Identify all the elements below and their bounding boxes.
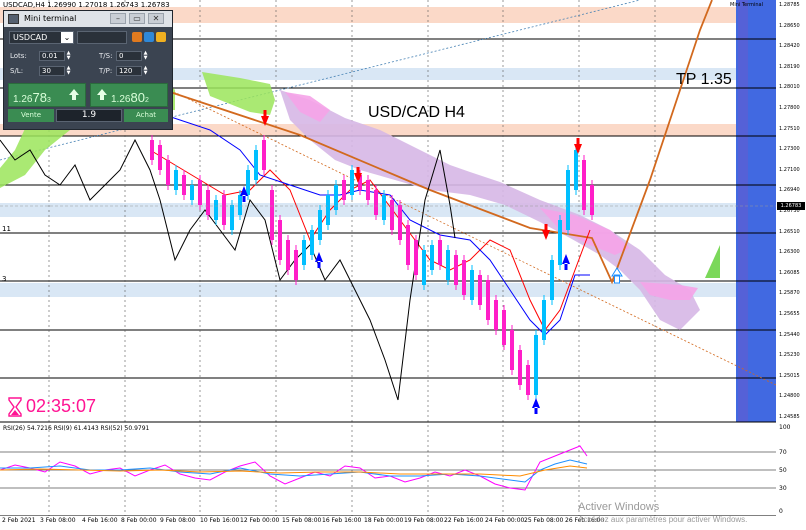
minimize-button[interactable]: –	[110, 13, 126, 24]
activate-windows-title: Activer Windows	[578, 501, 660, 513]
price-axis-label: 1.28190	[779, 63, 800, 70]
price-axis-label: 1.24800	[779, 393, 800, 400]
price-axis-label: 1.25870	[779, 290, 800, 297]
price-axis-label: 1.28420	[779, 43, 800, 50]
mini-terminal-titlebar[interactable]: Mini terminal – ▭ ✕	[4, 11, 172, 27]
buy-signal-arrow	[532, 398, 540, 414]
symbol-value: USDCAD	[13, 33, 48, 42]
mini-terminal-title: Mini terminal	[24, 14, 77, 23]
current-price-label: 1.26783	[777, 202, 805, 210]
activate-windows-subtitle: Accédez aux paramètres pour activer Wind…	[578, 515, 748, 524]
lots-input[interactable]: 0.01	[39, 51, 65, 61]
side-label-11: 11	[2, 225, 11, 233]
timer-text: 02:35:07	[26, 396, 97, 416]
sell-price: 1.26783	[13, 90, 51, 105]
mini-terminal[interactable]: Mini terminal – ▭ ✕ USDCAD ⌄ Lots: 0.01 …	[3, 10, 173, 130]
side-label-3: 3	[2, 275, 7, 283]
buy-button[interactable]: Achat	[124, 109, 168, 122]
price-axis-label: 1.26510	[779, 228, 800, 235]
time-axis-label: 8 Feb 00:00	[121, 517, 157, 524]
time-axis-label: 3 Feb 08:00	[40, 517, 76, 524]
close-button[interactable]: ✕	[148, 13, 164, 24]
price-axis-label: 1.25230	[779, 352, 800, 359]
price-axis-label: 1.25655	[779, 311, 800, 317]
rsi-slow-line	[0, 465, 588, 477]
sell-price-button[interactable]: 1.26783	[8, 83, 86, 107]
symbol-search-box[interactable]	[77, 31, 127, 44]
time-axis-label: 12 Feb 00:00	[240, 517, 280, 524]
time-axis-label: 24 Feb 00:00	[485, 517, 525, 524]
price-axis-label: 1.27100	[779, 166, 800, 173]
tp-label: TP 1.35	[676, 71, 732, 88]
sl-input[interactable]: 30	[39, 66, 65, 76]
time-axis-label: 4 Feb 16:00	[82, 517, 118, 524]
buy-price: 1.26802	[111, 90, 149, 105]
sl-spinner[interactable]: ▲ ▼	[66, 66, 71, 76]
price-axis-label: 1.27300	[779, 146, 800, 153]
time-axis-label: 15 Feb 08:00	[282, 517, 322, 524]
chart-title: USD/CAD H4	[368, 104, 465, 121]
hourglass-icon	[8, 396, 22, 417]
rsi-axis-50: 50	[779, 467, 787, 474]
rsi-axis-100: 100	[779, 424, 791, 431]
info-icon[interactable]	[144, 32, 154, 42]
time-axis-label: 10 Feb 16:00	[200, 517, 240, 524]
time-axis-label: 19 Feb 08:00	[404, 517, 444, 524]
maximize-button[interactable]: ▭	[129, 13, 145, 24]
price-axis-label: 1.26940	[779, 187, 800, 194]
rsi-fast-line	[0, 445, 588, 491]
sell-button[interactable]: Vente	[8, 109, 54, 122]
symbol-select[interactable]: USDCAD ⌄	[9, 31, 74, 44]
settings-icon[interactable]	[132, 32, 142, 42]
ts-label: T/S:	[99, 52, 113, 60]
buy-signal-arrow	[562, 254, 570, 270]
time-axis-label: 9 Feb 08:00	[160, 517, 196, 524]
sl-label: S/L:	[10, 67, 24, 75]
chevron-down-icon[interactable]: ⌄	[61, 32, 73, 43]
chart-window[interactable]: 1.28785 1.28650 1.28420 1.28190 1.28010 1.278…	[0, 0, 806, 530]
price-axis-label: 1.26085	[779, 269, 800, 276]
tp-field-label: T/P:	[99, 67, 113, 75]
price-axis-label: 1.28785	[779, 2, 800, 8]
price-axis-label: 1.26300	[779, 249, 800, 256]
time-axis-label: 22 Feb 16:00	[444, 517, 484, 524]
volume-input[interactable]: 1.9	[56, 109, 122, 122]
top-right-label: Mini Terminal	[730, 2, 763, 8]
time-axis-label: 16 Feb 16:00	[322, 517, 362, 524]
time-axis-label: 18 Feb 00:00	[364, 517, 404, 524]
ts-input[interactable]: 0	[116, 51, 142, 61]
terminal-app-icon	[8, 14, 19, 24]
rsi-mid-line	[0, 459, 588, 483]
price-axis-label: 1.28010	[779, 84, 800, 91]
rsi-axis-70: 70	[779, 449, 787, 456]
price-axis-label: 1.25015	[779, 372, 800, 379]
grid-icon[interactable]	[156, 32, 166, 42]
buy-price-button[interactable]: 1.26802	[90, 83, 168, 107]
rsi-legend: RSI(26) 54.7216 RSI(9) 61.4143 RSI(52) 5…	[3, 425, 150, 432]
rsi-axis-0: 0	[779, 508, 783, 515]
price-axis-label: 1.24585	[779, 414, 800, 420]
price-axis-label: 1.27800	[779, 105, 800, 111]
time-axis-label: 25 Feb 08:00	[524, 517, 564, 524]
tp-spinner[interactable]: ▲ ▼	[143, 66, 148, 76]
price-axis-label: 1.27510	[779, 125, 800, 132]
lots-label: Lots:	[10, 52, 27, 60]
buy-signal-arrow	[315, 252, 323, 268]
ts-spinner[interactable]: ▲ ▼	[143, 51, 148, 61]
lots-spinner[interactable]: ▲ ▼	[66, 51, 71, 61]
candle-timer: 02:35:07	[8, 396, 96, 417]
symbol-header: USDCAD,H4 1.26990 1.27018 1.26743 1.2678…	[3, 1, 170, 9]
rsi-axis-30: 30	[779, 485, 787, 492]
price-axis-label: 1.25440	[779, 331, 800, 338]
price-axis-label: 1.28650	[779, 22, 800, 29]
tp-input[interactable]: 120	[116, 66, 142, 76]
time-axis-label: 2 Feb 2021	[2, 517, 36, 524]
